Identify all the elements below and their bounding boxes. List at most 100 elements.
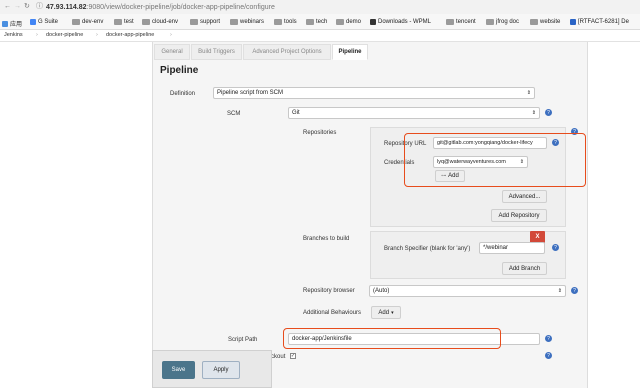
bookmark-label: tech: [316, 19, 328, 25]
tab-general[interactable]: General: [154, 44, 190, 60]
caret-down-icon: ▾: [391, 309, 394, 316]
breadcrumb-separator: ›: [170, 32, 172, 38]
wpml-icon: [370, 19, 376, 25]
help-icon[interactable]: ?: [552, 244, 559, 251]
highlight-repository: [404, 133, 586, 187]
gsuite-icon: [30, 19, 36, 25]
scm-value: Git: [292, 110, 300, 116]
breadcrumb-jenkins[interactable]: Jenkins: [4, 32, 23, 39]
bookmark-label: dev-env: [82, 19, 104, 25]
branch-specifier-input[interactable]: */webinar: [479, 242, 545, 254]
url-path: :9080/view/docker-pipeline/job/docker-ap…: [86, 4, 275, 11]
bookmark-label: [RTFACT-6281] De: [578, 19, 629, 25]
add-behaviour-label: Add: [378, 309, 390, 316]
repository-browser-value: (Auto): [373, 288, 390, 294]
bookmarks-bar: 应用 G Suite dev-env test cloud-env suppor…: [0, 14, 640, 30]
help-icon[interactable]: ?: [545, 109, 552, 116]
branches-label: Branches to build: [303, 236, 350, 242]
bookmark-label: G Suite: [38, 19, 59, 25]
repositories-label: Repositories: [303, 130, 337, 136]
breadcrumb-docker-app-pipeline[interactable]: docker-app-pipeline: [106, 32, 154, 39]
bookmark-label: cloud-env: [152, 19, 179, 25]
section-title: Pipeline: [160, 65, 199, 76]
bookmark-label: tencent: [456, 19, 476, 25]
bookmark-tools[interactable]: tools: [274, 19, 297, 25]
address-bar[interactable]: 47.93.114.82:9080/view/docker-pipeline/j…: [46, 4, 275, 11]
bookmark-rtfact[interactable]: [RTFACT-6281] De: [570, 19, 629, 25]
bookmark-webinars[interactable]: webinars: [230, 19, 264, 25]
url-host: 47.93.114.82: [46, 4, 87, 11]
bookmark-downloads-wpml[interactable]: Downloads - WPML: [370, 19, 431, 25]
lightweight-checkout-checkbox[interactable]: ✓: [290, 353, 296, 359]
info-icon: ⓘ: [36, 3, 43, 10]
bookmark-label: website: [540, 19, 561, 25]
select-arrows-icon: ⇕: [531, 110, 536, 116]
folder-icon: [230, 19, 238, 25]
bookmark-apps[interactable]: 应用: [2, 19, 22, 28]
folder-icon: [306, 19, 314, 25]
bookmark-label: test: [124, 19, 134, 25]
bookmark-label: support: [200, 19, 221, 25]
folder-icon: [114, 19, 122, 25]
folder-icon: [530, 19, 538, 25]
breadcrumb-docker-pipeline[interactable]: docker-pipeline: [46, 32, 83, 39]
bookmark-label: webinars: [240, 19, 265, 25]
apply-button[interactable]: Apply: [202, 361, 240, 379]
breadcrumb: Jenkins › docker-pipeline › docker-app-p…: [0, 30, 640, 42]
scm-label: SCM: [227, 111, 241, 117]
definition-label: Definition: [170, 91, 196, 97]
bookmark-label: tools: [284, 19, 297, 25]
folder-icon: [486, 19, 494, 25]
folder-icon: [142, 19, 150, 25]
advanced-button[interactable]: Advanced...: [502, 190, 547, 203]
save-button[interactable]: Save: [162, 361, 195, 379]
help-icon[interactable]: ?: [545, 335, 552, 342]
definition-value: Pipeline script from SCM: [217, 90, 284, 96]
bookmark-gsuite[interactable]: G Suite: [30, 19, 58, 25]
folder-icon: [274, 19, 282, 25]
tab-build-triggers[interactable]: Build Triggers: [191, 44, 242, 60]
help-icon[interactable]: ?: [545, 352, 552, 359]
select-arrows-icon: ⇕: [526, 90, 531, 96]
browser-url-bar: ← → ↻ ⓘ 47.93.114.82:9080/view/docker-pi…: [0, 0, 640, 14]
bookmark-label: demo: [346, 19, 362, 25]
breadcrumb-separator: ›: [36, 32, 38, 38]
folder-icon: [336, 19, 344, 25]
repository-browser-label: Repository browser: [303, 288, 355, 294]
branch-specifier-label: Branch Specifier (blank for 'any'): [384, 246, 471, 252]
tab-advanced-project-options[interactable]: Advanced Project Options: [243, 44, 331, 60]
scm-select[interactable]: Git ⇕: [288, 107, 540, 119]
additional-behaviours-label: Additional Behaviours: [303, 310, 362, 316]
reload-icon[interactable]: ↻: [24, 3, 30, 10]
bookmark-test[interactable]: test: [114, 19, 134, 25]
highlight-script-path: [283, 328, 501, 349]
bookmark-label: Downloads - WPML: [378, 19, 432, 25]
add-branch-button[interactable]: Add Branch: [502, 262, 547, 275]
back-icon[interactable]: ←: [4, 3, 11, 10]
folder-icon: [190, 19, 198, 25]
bookmark-label: jfrog doc: [496, 19, 520, 25]
bookmark-tencent[interactable]: tencent: [446, 19, 476, 25]
script-path-label: Script Path: [228, 337, 258, 343]
repository-browser-select[interactable]: (Auto) ⇕: [369, 285, 566, 297]
add-behaviour-button[interactable]: Add ▾: [371, 306, 401, 319]
bookmark-demo[interactable]: demo: [336, 19, 361, 25]
apps-icon: [2, 20, 8, 27]
bookmark-tech[interactable]: tech: [306, 19, 327, 25]
bookmark-support[interactable]: support: [190, 19, 220, 25]
bookmark-label: 应用: [10, 22, 23, 28]
bookmark-jfrog-doc[interactable]: jfrog doc: [486, 19, 519, 25]
add-repository-button[interactable]: Add Repository: [491, 209, 547, 222]
breadcrumb-separator: ›: [96, 32, 98, 38]
bookmark-dev-env[interactable]: dev-env: [72, 19, 103, 25]
select-arrows-icon: ⇕: [557, 288, 562, 294]
help-icon[interactable]: ?: [571, 287, 578, 294]
bookmark-website[interactable]: website: [530, 19, 560, 25]
bookmark-cloud-env[interactable]: cloud-env: [142, 19, 178, 25]
jira-icon: [570, 19, 576, 25]
forward-icon[interactable]: →: [14, 3, 21, 10]
tab-pipeline[interactable]: Pipeline: [332, 44, 368, 60]
folder-icon: [72, 19, 80, 25]
folder-icon: [446, 19, 454, 25]
definition-select[interactable]: Pipeline script from SCM ⇕: [213, 87, 535, 99]
